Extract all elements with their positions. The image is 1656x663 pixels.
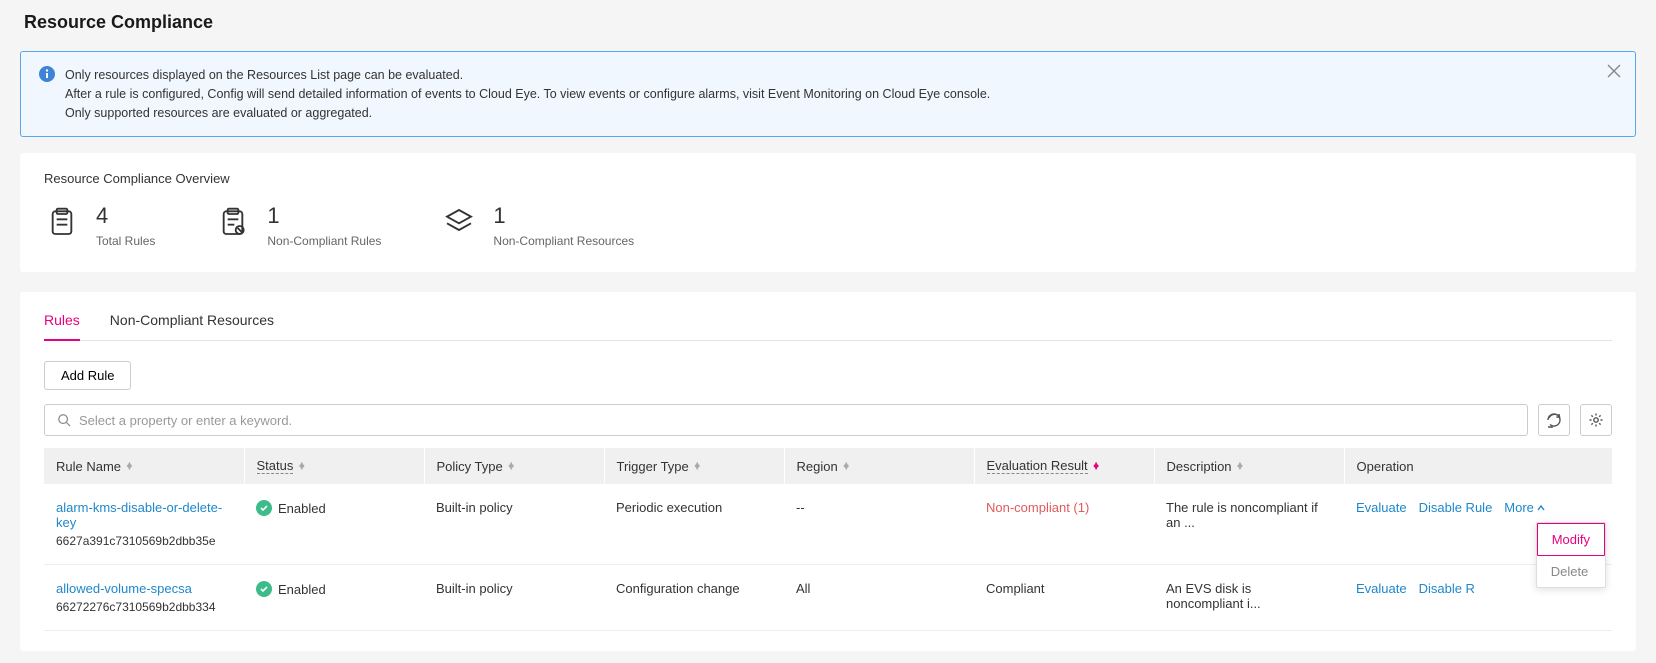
search-box[interactable] <box>44 404 1528 436</box>
stat-label: Non-Compliant Resources <box>493 234 634 248</box>
evaluation-result-cell: Compliant <box>986 581 1045 596</box>
status-text: Enabled <box>278 501 326 516</box>
stat-value: 1 <box>493 204 634 228</box>
more-dropdown-trigger[interactable]: More <box>1504 500 1546 515</box>
gear-icon <box>1588 412 1604 428</box>
table-header-row: Rule Name▲▼ Status▲▼ Policy Type▲▼ Trigg… <box>44 448 1612 484</box>
evaluate-link[interactable]: Evaluate <box>1356 581 1407 596</box>
col-region[interactable]: Region▲▼ <box>784 448 974 484</box>
stat-value: 4 <box>96 204 155 228</box>
tab-rules[interactable]: Rules <box>44 312 80 340</box>
check-circle-icon <box>256 581 272 597</box>
dropdown-modify[interactable]: Modify <box>1537 523 1605 556</box>
info-icon <box>39 66 55 82</box>
disable-rule-link[interactable]: Disable R <box>1419 581 1475 596</box>
policy-type-cell: Built-in policy <box>424 565 604 631</box>
check-circle-icon <box>256 500 272 516</box>
notice-banner: Only resources displayed on the Resource… <box>20 51 1636 137</box>
sort-icon: ▲▼ <box>297 463 306 470</box>
refresh-icon <box>1546 412 1562 428</box>
description-cell: The rule is noncompliant if an ... <box>1154 484 1344 565</box>
sort-icon: ▲▼ <box>693 463 702 470</box>
stat-label: Total Rules <box>96 234 155 248</box>
rule-id: 66272276c7310569b2dbb334 <box>56 600 232 614</box>
stat-total-rules: 4 Total Rules <box>44 204 155 248</box>
sort-icon: ▲▼ <box>842 463 851 470</box>
page-title: Resource Compliance <box>20 12 1636 33</box>
evaluate-link[interactable]: Evaluate <box>1356 500 1407 515</box>
stat-noncompliant-resources: 1 Non-Compliant Resources <box>441 204 634 248</box>
trigger-type-cell: Periodic execution <box>604 484 784 565</box>
overview-title: Resource Compliance Overview <box>44 171 1612 186</box>
notice-line-2: After a rule is configured, Config will … <box>65 85 1617 104</box>
search-input[interactable] <box>79 405 1515 435</box>
col-evaluation-result[interactable]: Evaluation Result▲▼ <box>974 448 1154 484</box>
dropdown-delete[interactable]: Delete <box>1537 556 1605 587</box>
col-trigger-type[interactable]: Trigger Type▲▼ <box>604 448 784 484</box>
overview-card: Resource Compliance Overview 4 Total Rul… <box>20 153 1636 272</box>
clipboard-alert-icon <box>215 204 251 240</box>
table-row: alarm-kms-disable-or-delete-key 6627a391… <box>44 484 1612 565</box>
sort-icon: ▲▼ <box>1092 463 1101 470</box>
disable-rule-link[interactable]: Disable Rule <box>1419 500 1493 515</box>
policy-type-cell: Built-in policy <box>424 484 604 565</box>
col-policy-type[interactable]: Policy Type▲▼ <box>424 448 604 484</box>
sort-icon: ▲▼ <box>1236 463 1245 470</box>
notice-line-3: Only supported resources are evaluated o… <box>65 104 1617 123</box>
rules-card: Rules Non-Compliant Resources Add Rule R… <box>20 292 1636 651</box>
add-rule-button[interactable]: Add Rule <box>44 361 131 390</box>
clipboard-icon <box>44 204 80 240</box>
more-dropdown: Modify Delete <box>1536 522 1606 588</box>
trigger-type-cell: Configuration change <box>604 565 784 631</box>
status-cell: Enabled <box>256 500 412 516</box>
status-text: Enabled <box>278 582 326 597</box>
sort-icon: ▲▼ <box>125 463 134 470</box>
col-status[interactable]: Status▲▼ <box>244 448 424 484</box>
stat-label: Non-Compliant Rules <box>267 234 381 248</box>
stat-noncompliant-rules: 1 Non-Compliant Rules <box>215 204 381 248</box>
tabs: Rules Non-Compliant Resources <box>44 312 1612 341</box>
evaluation-result-cell: Non-compliant (1) <box>986 500 1089 515</box>
col-description[interactable]: Description▲▼ <box>1154 448 1344 484</box>
sort-icon: ▲▼ <box>507 463 516 470</box>
region-cell: All <box>784 565 974 631</box>
stat-value: 1 <box>267 204 381 228</box>
tab-noncompliant-resources[interactable]: Non-Compliant Resources <box>110 312 274 340</box>
settings-button[interactable] <box>1580 404 1612 436</box>
col-rule-name[interactable]: Rule Name▲▼ <box>44 448 244 484</box>
refresh-button[interactable] <box>1538 404 1570 436</box>
rule-name-link[interactable]: allowed-volume-specsa <box>56 581 232 596</box>
rule-id: 6627a391c7310569b2dbb35e <box>56 534 232 548</box>
rule-name-link[interactable]: alarm-kms-disable-or-delete-key <box>56 500 232 530</box>
close-icon[interactable] <box>1607 64 1621 78</box>
search-icon <box>57 413 71 427</box>
col-operation: Operation <box>1344 448 1612 484</box>
status-cell: Enabled <box>256 581 412 597</box>
notice-line-1: Only resources displayed on the Resource… <box>65 66 1617 85</box>
description-cell: An EVS disk is noncompliant i... <box>1154 565 1344 631</box>
table-row: allowed-volume-specsa 66272276c7310569b2… <box>44 565 1612 631</box>
rules-table: Rule Name▲▼ Status▲▼ Policy Type▲▼ Trigg… <box>44 448 1612 631</box>
region-cell: -- <box>784 484 974 565</box>
chevron-up-icon <box>1536 503 1546 513</box>
layers-icon <box>441 204 477 240</box>
